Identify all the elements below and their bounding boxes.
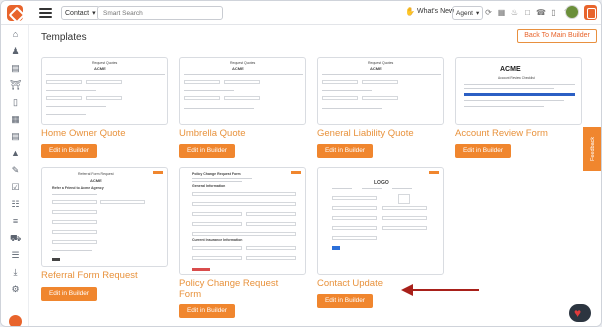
template-title: Home Owner Quote — [41, 128, 126, 139]
template-preview[interactable]: Referral Form Request ACME Refer a Frien… — [41, 167, 168, 267]
megaphone-icon[interactable]: ▲ — [10, 148, 21, 159]
feedback-tab[interactable]: Feedback — [583, 127, 601, 171]
preview-title: Request Quotes — [230, 61, 256, 65]
preview-title: Policy Change Request Form — [192, 172, 241, 176]
edit-in-builder-button[interactable]: Edit in Builder — [317, 294, 373, 308]
forms-icon[interactable]: ▦ — [10, 114, 21, 125]
template-preview[interactable]: Request Quotes ACME — [41, 57, 168, 125]
sync-icon[interactable]: ⟳ — [484, 7, 493, 18]
home-icon[interactable]: ⌂ — [10, 29, 21, 40]
context-value: Contact — [65, 9, 90, 17]
app-window: Contact ▾ ✋ What's New Agent ▾ ⟳ ▦ ♨ □ ☎… — [0, 0, 602, 327]
preview-brand: ACME — [94, 66, 106, 71]
template-preview[interactable]: Policy Change Request Form General Infor… — [179, 167, 306, 275]
bell-icon[interactable]: ♨ — [510, 7, 519, 18]
tasks-icon[interactable]: ☑ — [10, 182, 21, 193]
chevron-down-icon: ▾ — [476, 10, 480, 17]
user-avatar[interactable] — [565, 5, 579, 19]
menu-icon[interactable] — [39, 8, 52, 18]
page-title: Templates — [41, 32, 87, 43]
edit-in-builder-button[interactable]: Edit in Builder — [179, 144, 235, 158]
preview-brand: ACME — [232, 66, 244, 71]
template-title: Contact Update — [317, 278, 384, 289]
settings-icon[interactable]: ⚙ — [10, 284, 21, 295]
template-preview[interactable]: Request Quotes ACME — [179, 57, 306, 125]
whats-new-label: What's New — [416, 8, 455, 15]
edit-in-builder-button[interactable]: Edit in Builder — [317, 144, 373, 158]
preview-logo: LOGO — [374, 180, 389, 186]
whats-new-button[interactable]: ✋ What's New — [405, 7, 454, 16]
report-icon[interactable]: ▤ — [10, 131, 21, 142]
template-title: Policy Change Request Form — [179, 278, 279, 300]
apps-icon[interactable] — [584, 5, 597, 20]
app-logo[interactable] — [7, 5, 23, 21]
role-value: Agent — [456, 9, 473, 17]
back-to-main-builder-button[interactable]: Back To Main Builder — [517, 29, 597, 43]
list-icon[interactable]: ☰ — [10, 250, 21, 261]
top-bar: Contact ▾ ✋ What's New Agent ▾ ⟳ ▦ ♨ □ ☎… — [1, 1, 601, 25]
edit-icon[interactable]: ✎ — [10, 165, 21, 176]
edit-in-builder-button[interactable]: Edit in Builder — [41, 144, 97, 158]
template-preview[interactable]: LOGO — [317, 167, 444, 275]
chevron-down-icon: ▾ — [92, 10, 96, 17]
preview-brand: ACME — [500, 66, 521, 73]
preview-title: Request Quotes — [92, 61, 118, 65]
template-preview[interactable]: Request Quotes ACME — [317, 57, 444, 125]
preview-brand: ACME — [370, 66, 382, 71]
mobile-icon[interactable]: ▯ — [549, 7, 558, 18]
car-icon[interactable]: ⛟ — [10, 233, 21, 244]
bank-icon[interactable]: ⛩ — [10, 80, 21, 91]
file-icon[interactable]: ▯ — [10, 97, 21, 108]
chat-icon[interactable]: □ — [523, 7, 532, 18]
profile-icon[interactable] — [9, 315, 22, 326]
hand-icon: ✋ — [405, 7, 415, 16]
context-select[interactable]: Contact ▾ — [61, 6, 100, 20]
edit-in-builder-button[interactable]: Edit in Builder — [41, 287, 97, 301]
template-title: Account Review Form — [455, 128, 548, 139]
workflow-icon[interactable]: ≡ — [10, 216, 21, 227]
annotation-arrow — [401, 284, 479, 296]
preview-title: Referral Form Request — [78, 172, 114, 176]
calendar-icon[interactable]: ▦ — [497, 7, 506, 18]
edit-in-builder-button[interactable]: Edit in Builder — [179, 304, 235, 318]
download-icon[interactable]: ⤓ — [10, 267, 21, 278]
preview-subtitle: Refer a Friend to Acme Agency — [52, 186, 104, 190]
preview-brand: ACME — [90, 178, 102, 183]
contacts-icon[interactable]: ♟ — [10, 46, 21, 57]
edit-in-builder-button[interactable]: Edit in Builder — [455, 144, 511, 158]
top-icon-group: ⟳ ▦ ♨ □ ☎ ▯ ? — [484, 7, 571, 18]
preview-section: Current Insurance Information — [192, 238, 243, 242]
role-select[interactable]: Agent ▾ — [452, 6, 484, 20]
template-preview[interactable]: ACME Account Review Checklist — [455, 57, 582, 125]
document-icon[interactable]: ▤ — [10, 63, 21, 74]
phone-icon[interactable]: ☎ — [536, 7, 546, 18]
preview-title: Request Quotes — [368, 61, 394, 65]
heart-icon[interactable] — [569, 304, 591, 322]
template-title: Umbrella Quote — [179, 128, 246, 139]
templates-panel: Templates Back To Main Builder Request Q… — [29, 25, 601, 326]
template-title: General Liability Quote — [317, 128, 414, 139]
sidebar: ⌂ ♟ ▤ ⛩ ▯ ▦ ▤ ▲ ✎ ☑ ☷ ≡ ⛟ ☰ ⤓ ⚙ — [1, 25, 29, 326]
preview-section: General Information — [192, 184, 226, 188]
search-input[interactable] — [97, 6, 223, 20]
hierarchy-icon[interactable]: ☷ — [10, 199, 21, 210]
preview-title: Account Review Checklist — [498, 76, 535, 80]
template-title: Referral Form Request — [41, 270, 138, 281]
